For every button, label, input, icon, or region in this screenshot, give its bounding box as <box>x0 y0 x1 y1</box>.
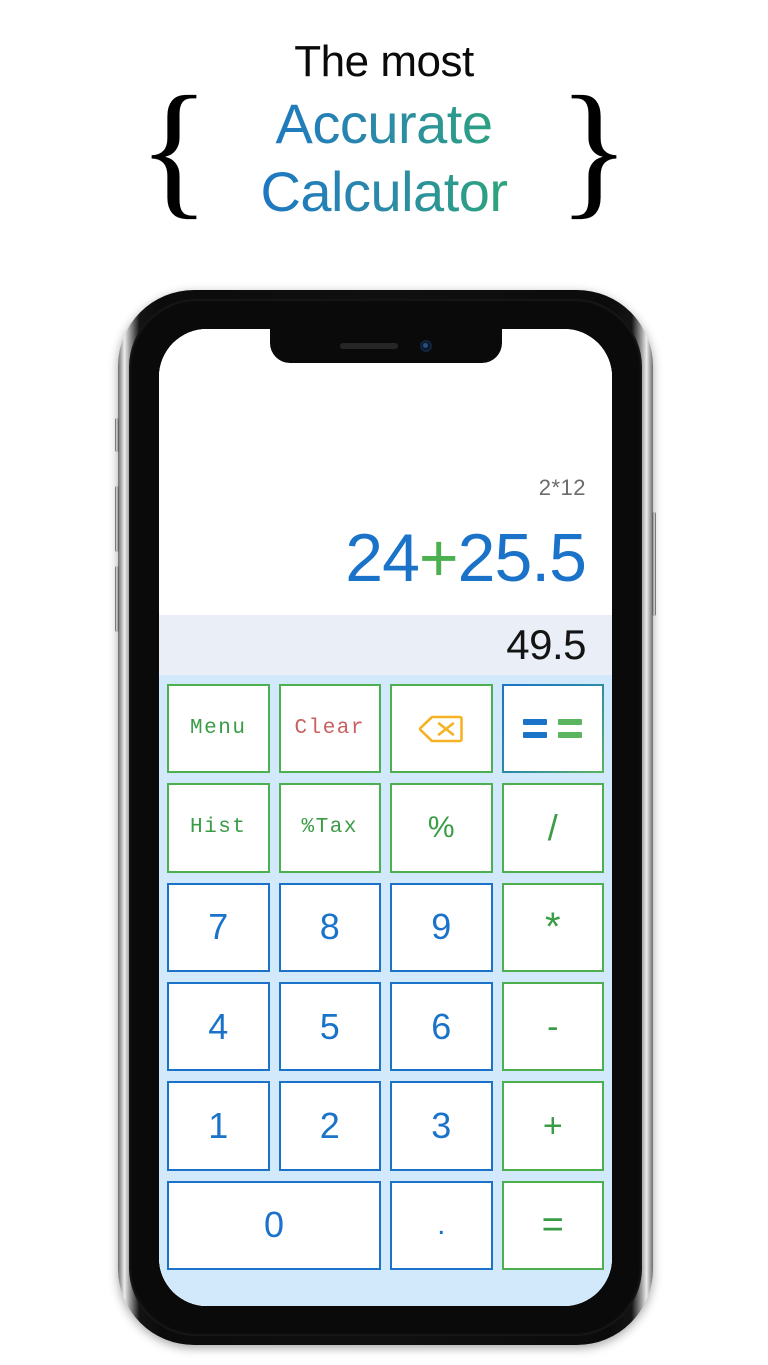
key-label: + <box>542 1106 563 1145</box>
history-line: 2*12 <box>538 475 586 500</box>
promo-page: { } The most Accurate Calculator 2 * 12 24… <box>0 0 768 1365</box>
expression-operand-left: 24 <box>345 520 420 596</box>
key-label: Menu <box>190 717 247 741</box>
key-label: Hist <box>190 816 247 840</box>
phone-mockup: 2*12 24+25.5 49.5 Menu Clear Hist %Tax%/7 8 9… <box>115 290 656 1345</box>
phone-screen: 2*12 24+25.5 49.5 Menu Clear Hist %Tax%/7 8 9… <box>159 329 612 1306</box>
equals-glyph-blue <box>523 719 548 739</box>
phone-bezel: 2*12 24+25.5 49.5 Menu Clear Hist %Tax%/7 8 9… <box>129 299 642 1336</box>
key-label: . <box>437 1208 446 1242</box>
key-percent-tax[interactable]: %Tax <box>278 783 381 873</box>
left-brace-icon: { <box>138 66 210 232</box>
key-label: 0 <box>263 1204 285 1246</box>
key-label: 2 <box>319 1104 340 1146</box>
double-equals-glyphs <box>503 686 602 772</box>
key-history[interactable]: Hist <box>167 783 270 873</box>
key-clear[interactable]: Clear <box>278 684 381 774</box>
key-add[interactable]: + <box>501 1081 604 1171</box>
key-label: 1 <box>208 1104 229 1146</box>
mute-switch-button[interactable] <box>115 418 119 452</box>
key-label: 4 <box>208 1005 229 1047</box>
key-decimal-point[interactable]: . <box>390 1180 493 1270</box>
calculator-keypad: Menu Clear Hist %Tax% / 7 8 9 * 4 5 6 - 1 2 3 +0. = <box>159 675 612 1306</box>
key-nine[interactable]: 9 <box>390 882 493 972</box>
expression-operand-right: 25.5 <box>457 520 587 596</box>
key-menu[interactable]: Menu <box>167 684 270 774</box>
right-brace-icon: } <box>558 66 630 232</box>
key-six[interactable]: 6 <box>390 982 493 1072</box>
key-label: 7 <box>208 906 229 948</box>
key-label: %Tax <box>301 816 358 840</box>
key-zero[interactable]: 0 <box>167 1180 381 1270</box>
equals-glyph-green <box>558 719 583 739</box>
headline-brand-line-2: Calculator <box>150 158 618 226</box>
result-band: 49.5 <box>159 615 612 675</box>
headline-tagline: The most <box>294 37 474 86</box>
key-label: / <box>547 806 558 848</box>
key-four[interactable]: 4 <box>167 982 270 1072</box>
key-double-equals[interactable] <box>501 684 604 774</box>
key-five[interactable]: 5 <box>278 982 381 1072</box>
key-seven[interactable]: 7 <box>167 882 270 972</box>
key-label: 9 <box>431 906 452 948</box>
key-label: 5 <box>319 1005 340 1047</box>
result-value: 49.5 <box>506 621 586 668</box>
key-multiply[interactable]: * <box>501 882 604 972</box>
key-subtract[interactable]: - <box>501 982 604 1072</box>
key-label: 3 <box>431 1104 452 1146</box>
phone-notch <box>269 329 502 363</box>
calculator-app: 2*12 24+25.5 49.5 Menu Clear Hist %Tax%/7 8 9… <box>159 329 612 1306</box>
key-backspace[interactable] <box>390 684 493 774</box>
key-one[interactable]: 1 <box>167 1081 270 1171</box>
front-camera-icon <box>419 340 432 352</box>
key-label: Clear <box>294 717 365 741</box>
volume-down-button[interactable] <box>115 566 119 632</box>
earpiece-speaker-icon <box>339 343 398 349</box>
key-two[interactable]: 2 <box>278 1081 381 1171</box>
expression-line: 24+25.5 <box>345 519 587 597</box>
power-button[interactable] <box>652 512 656 616</box>
volume-up-button[interactable] <box>115 486 119 552</box>
calculator-display: 2*12 24+25.5 <box>159 329 612 615</box>
headline-block: { } The most Accurate Calculator <box>0 34 768 259</box>
key-divide[interactable]: / <box>501 783 604 873</box>
backspace-icon <box>419 715 464 742</box>
key-label: = <box>541 1204 564 1247</box>
key-label: 6 <box>431 1005 452 1047</box>
key-label: - <box>547 1007 559 1046</box>
headline-brand-line-1: Accurate <box>150 90 618 158</box>
expression-operator: + <box>418 520 459 596</box>
key-label: % <box>427 810 455 844</box>
key-eight[interactable]: 8 <box>278 882 381 972</box>
key-label: * <box>544 905 561 950</box>
key-label: 8 <box>319 906 340 948</box>
key-percent[interactable]: % <box>390 783 493 873</box>
key-equals[interactable]: = <box>501 1180 604 1270</box>
key-three[interactable]: 3 <box>390 1081 493 1171</box>
